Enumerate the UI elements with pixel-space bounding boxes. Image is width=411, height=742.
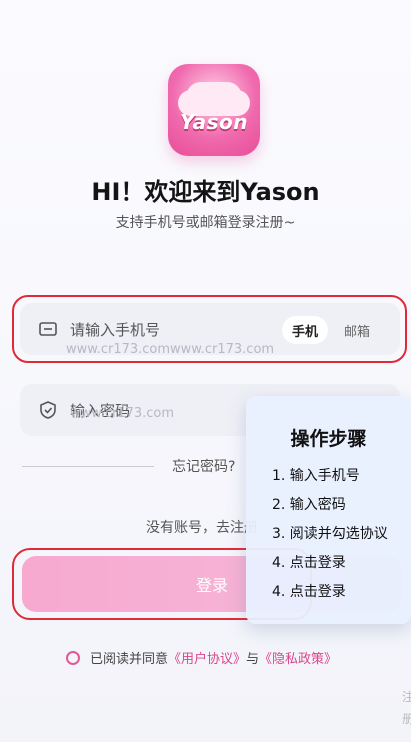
corner-text: 注 册 — [402, 686, 411, 730]
forgot-password-link[interactable]: 忘记密码? — [172, 456, 235, 476]
step-item: 4. 点击登录 — [272, 584, 346, 600]
steps-panel: 操作步骤 1. 输入手机号 2. 输入密码 3. 阅读并勾选协议 4. 点击登录… — [246, 396, 411, 624]
steps-list: 1. 输入手机号 2. 输入密码 3. 阅读并勾选协议 4. 点击登录 4. 点… — [272, 462, 388, 607]
page-subtitle: 支持手机号或邮箱登录注册~ — [115, 215, 296, 231]
shield-icon — [40, 401, 56, 419]
app-logo: Yason — [168, 64, 260, 156]
agreement-row: 已阅读并同意 《用户协议》 与 《隐私政策》 — [66, 648, 337, 667]
corner-char: 注 — [402, 690, 411, 704]
highlight-outline — [12, 295, 407, 363]
agree-radio[interactable] — [66, 650, 80, 665]
step-item: 2. 输入密码 — [272, 497, 346, 513]
logo-text: Yason — [180, 110, 248, 134]
privacy-policy-link[interactable]: 《隐私政策》 — [259, 648, 337, 667]
agreement-and: 与 — [246, 652, 260, 667]
user-agreement-link[interactable]: 《用户协议》 — [168, 648, 246, 667]
step-item: 4. 点击登录 — [272, 555, 346, 571]
agreement-prefix: 已阅读并同意 — [90, 652, 169, 667]
cloud-mascot-icon — [186, 82, 242, 112]
register-link[interactable]: 没有账号，去注册 — [146, 517, 258, 537]
watermark: www.cr173.com — [70, 406, 175, 421]
steps-title: 操作步骤 — [290, 428, 367, 450]
page-title: HI！欢迎来到Yason — [91, 178, 320, 206]
step-item: 1. 输入手机号 — [272, 468, 360, 484]
divider — [22, 466, 154, 467]
corner-char: 册 — [402, 712, 411, 726]
step-item: 3. 阅读并勾选协议 — [272, 526, 388, 542]
